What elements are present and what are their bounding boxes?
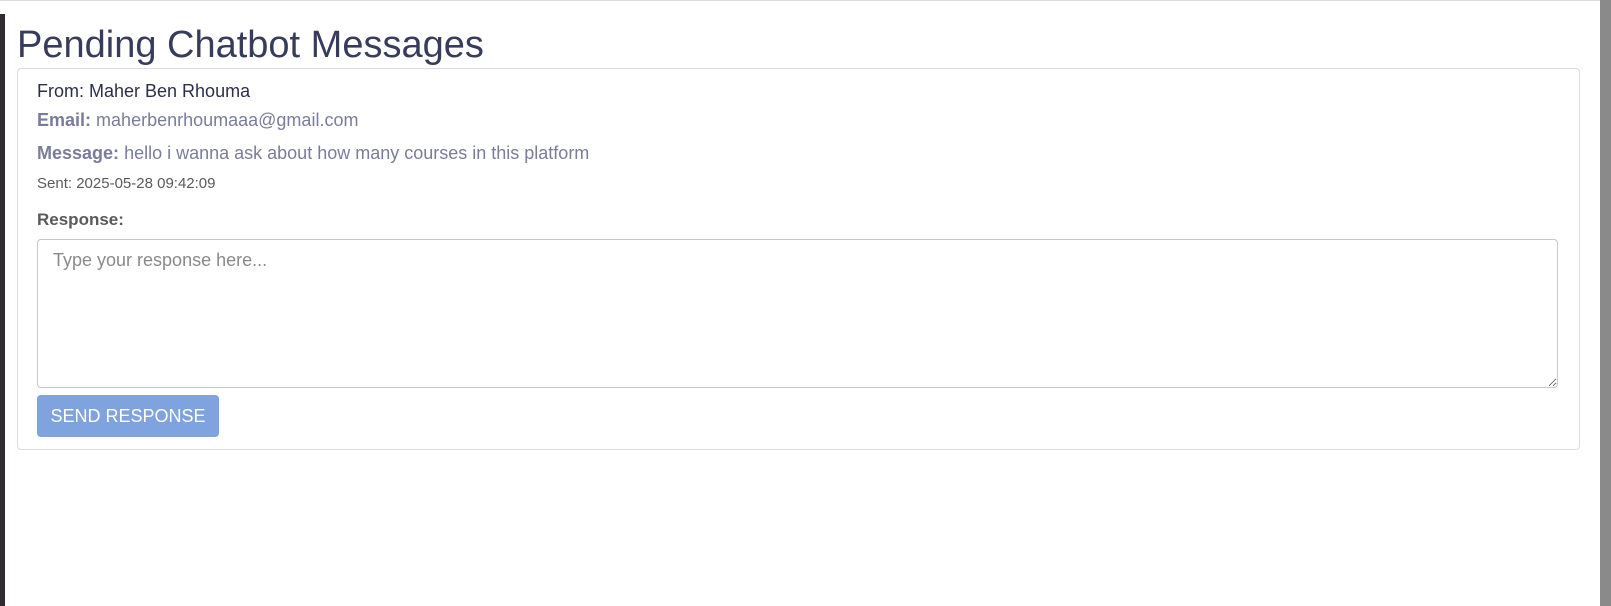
message-text: hello i wanna ask about how many courses… [124, 143, 590, 163]
response-textarea[interactable] [37, 239, 1558, 388]
sender-line: From: Maher Ben Rhouma [37, 81, 250, 102]
sent-value: 2025-05-28 09:42:09 [76, 175, 216, 192]
response-label: Response: [37, 210, 124, 229]
sender-name: Maher Ben Rhouma [89, 81, 251, 101]
message-label: Message: [37, 143, 120, 163]
sent-label: Sent: [37, 175, 77, 192]
email-value: maherbenrhoumaaa@gmail.com [96, 110, 359, 130]
left-edge-bar [0, 14, 5, 606]
from-label: From: [37, 81, 89, 101]
sent-timestamp: Sent: 2025-05-28 09:42:09 [37, 175, 216, 192]
scrollbar[interactable] [1600, 0, 1611, 606]
top-border [0, 0, 1611, 1]
send-response-button[interactable]: SEND RESPONSE [37, 395, 219, 437]
email-line: Email: maherbenrhoumaaa@gmail.com [37, 110, 358, 131]
email-label: Email: [37, 110, 92, 130]
page-title: Pending Chatbot Messages [17, 24, 484, 66]
message-line: Message: hello i wanna ask about how man… [37, 143, 589, 164]
message-card: From: Maher Ben Rhouma Email: maherbenrh… [17, 68, 1580, 450]
